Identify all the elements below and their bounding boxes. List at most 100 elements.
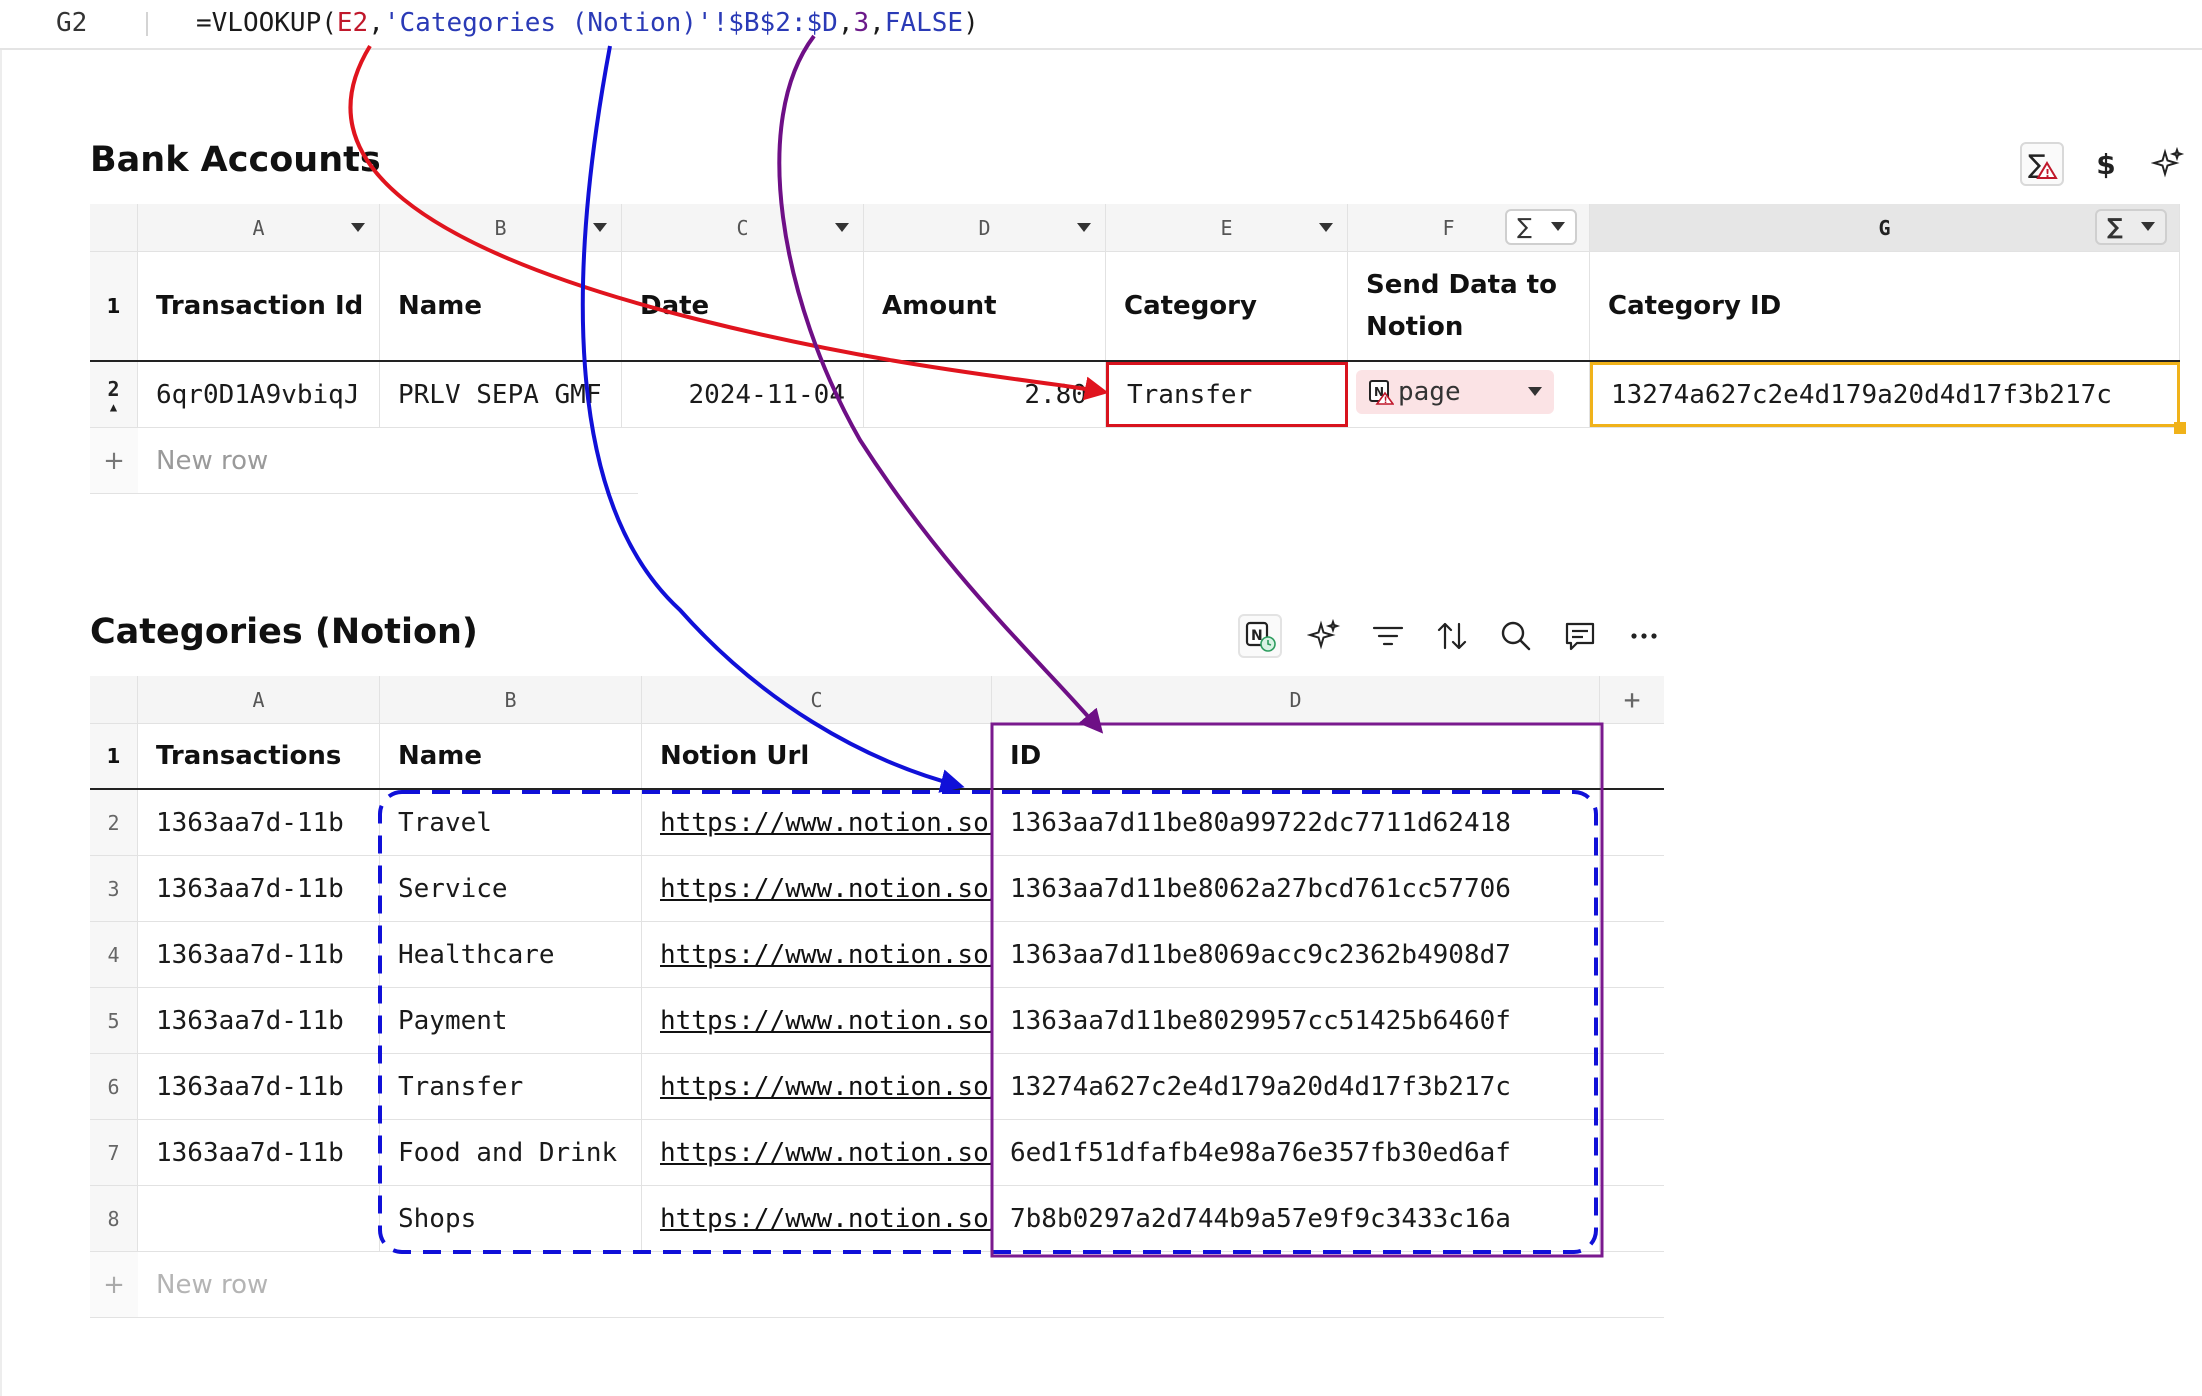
notion-link[interactable]: https://www.notion.so/ <box>660 1204 991 1234</box>
column-letter-g[interactable]: G ∑ <box>1590 204 2180 251</box>
expand-row-icon[interactable]: ▲ <box>110 401 117 413</box>
row-number[interactable]: 3 <box>90 856 138 921</box>
new-row[interactable]: + New row <box>90 428 638 494</box>
cell-reference[interactable]: G2 <box>56 8 87 38</box>
corner-cell[interactable] <box>90 204 138 251</box>
sort-icon[interactable] <box>1430 614 1474 658</box>
cell-transactions[interactable]: 1363aa7d-11b <box>138 1054 380 1119</box>
new-row-label[interactable]: New row <box>138 428 638 493</box>
new-row[interactable]: + New row <box>90 1252 1664 1318</box>
cell-id[interactable]: 6ed1f51dfafb4e98a76e357fb30ed6af <box>992 1120 1600 1185</box>
column-formula-button[interactable]: ∑ <box>2095 209 2167 245</box>
cell-date[interactable]: 2024-11-04 <box>622 362 864 427</box>
header-notion-url[interactable]: Notion Url <box>642 724 992 788</box>
header-date[interactable]: Date <box>622 252 864 360</box>
sigma-warning-icon[interactable]: ∑! <box>2020 142 2064 186</box>
cell-name[interactable]: Transfer <box>380 1054 642 1119</box>
notion-link[interactable]: https://www.notion.so/ <box>660 1138 991 1168</box>
row-number[interactable]: 6 <box>90 1054 138 1119</box>
cell-transaction-id[interactable]: 6qr0D1A9vbiqJ <box>138 362 380 427</box>
ai-sparkle-icon[interactable] <box>1302 614 1346 658</box>
cell-notion-url[interactable]: https://www.notion.so/ <box>642 922 992 987</box>
row-number[interactable]: 8 <box>90 1186 138 1251</box>
notion-link[interactable]: https://www.notion.so/ <box>660 1072 991 1102</box>
search-icon[interactable] <box>1494 614 1538 658</box>
column-letter-e[interactable]: E <box>1106 204 1348 251</box>
more-options-icon[interactable] <box>1622 614 1666 658</box>
column-letter-b[interactable]: B <box>380 676 642 723</box>
header-amount[interactable]: Amount <box>864 252 1106 360</box>
row-number[interactable]: 1 <box>90 252 138 360</box>
formula-input[interactable]: =VLOOKUP(E2,'Categories (Notion)'!$B$2:$… <box>196 8 979 38</box>
cell-notion-url[interactable]: https://www.notion.so/ <box>642 1120 992 1185</box>
cell-id[interactable]: 1363aa7d11be80a99722dc7711d62418 <box>992 790 1600 855</box>
chevron-down-icon[interactable] <box>1077 222 1091 232</box>
header-id[interactable]: ID <box>992 724 1600 788</box>
row-number[interactable]: 2 <box>90 790 138 855</box>
cell-id[interactable]: 1363aa7d11be8029957cc51425b6460f <box>992 988 1600 1053</box>
cell-transactions[interactable]: 1363aa7d-11b <box>138 922 380 987</box>
column-letter-c[interactable]: C <box>622 204 864 251</box>
chevron-down-icon[interactable] <box>1319 222 1333 232</box>
cell-category-id[interactable]: 13274a627c2e4d179a20d4d17f3b217c <box>1590 362 2180 427</box>
header-name[interactable]: Name <box>380 724 642 788</box>
cell-notion-url[interactable]: https://www.notion.so/ <box>642 988 992 1053</box>
ai-sparkle-icon[interactable] <box>2146 142 2190 186</box>
cell-name[interactable]: Service <box>380 856 642 921</box>
cell-name[interactable]: Healthcare <box>380 922 642 987</box>
comment-icon[interactable] <box>1558 614 1602 658</box>
notion-link[interactable]: https://www.notion.so/ <box>660 874 991 904</box>
row-number[interactable]: 7 <box>90 1120 138 1185</box>
cell-name[interactable]: Shops <box>380 1186 642 1251</box>
cell-notion-url[interactable]: https://www.notion.so/ <box>642 1186 992 1251</box>
header-send-data-to-notion[interactable]: Send Data to Notion <box>1348 252 1590 360</box>
cell-transactions[interactable]: 1363aa7d-11b <box>138 1120 380 1185</box>
cell-name[interactable]: Travel <box>380 790 642 855</box>
row-number[interactable]: 1 <box>90 724 138 788</box>
cell-transactions[interactable] <box>138 1186 380 1251</box>
row-number[interactable]: 4 <box>90 922 138 987</box>
header-category[interactable]: Category <box>1106 252 1348 360</box>
corner-cell[interactable] <box>90 676 138 723</box>
cell-notion-url[interactable]: https://www.notion.so/ <box>642 856 992 921</box>
cell-transactions[interactable]: 1363aa7d-11b <box>138 790 380 855</box>
notion-sync-icon[interactable]: N <box>1238 614 1282 658</box>
header-transaction-id[interactable]: Transaction Id <box>138 252 380 360</box>
column-letter-b[interactable]: B <box>380 204 622 251</box>
header-category-id[interactable]: Category ID <box>1590 252 2180 360</box>
cell-id[interactable]: 1363aa7d11be8062a27bcd761cc57706 <box>992 856 1600 921</box>
column-letter-c[interactable]: C <box>642 676 992 723</box>
column-letter-a[interactable]: A <box>138 676 380 723</box>
header-name[interactable]: Name <box>380 252 622 360</box>
add-row-icon[interactable]: + <box>90 428 138 493</box>
notion-link[interactable]: https://www.notion.so/ <box>660 808 991 838</box>
notion-link[interactable]: https://www.notion.so/ <box>660 940 991 970</box>
cell-name[interactable]: PRLV SEPA GMF <box>380 362 622 427</box>
cell-notion-url[interactable]: https://www.notion.so/ <box>642 1054 992 1119</box>
cell-send-data[interactable]: N! page <box>1348 362 1590 427</box>
column-letter-d[interactable]: D <box>864 204 1106 251</box>
send-data-select[interactable]: N! page <box>1356 370 1554 414</box>
column-letter-a[interactable]: A <box>138 204 380 251</box>
chevron-down-icon[interactable] <box>1528 387 1542 396</box>
chevron-down-icon[interactable] <box>351 222 365 232</box>
filter-icon[interactable] <box>1366 614 1410 658</box>
add-row-icon[interactable]: + <box>90 1252 138 1317</box>
cell-id[interactable]: 13274a627c2e4d179a20d4d17f3b217c <box>992 1054 1600 1119</box>
cell-name[interactable]: Food and Drink <box>380 1120 642 1185</box>
notion-link[interactable]: https://www.notion.so/ <box>660 1006 991 1036</box>
cell-id[interactable]: 7b8b0297a2d744b9a57e9f9c3433c16a <box>992 1186 1600 1251</box>
row-number[interactable]: 2 ▲ <box>90 362 138 427</box>
header-transactions[interactable]: Transactions <box>138 724 380 788</box>
chevron-down-icon[interactable] <box>593 222 607 232</box>
cell-transactions[interactable]: 1363aa7d-11b <box>138 856 380 921</box>
column-letter-d[interactable]: D <box>992 676 1600 723</box>
cell-transactions[interactable]: 1363aa7d-11b <box>138 988 380 1053</box>
cell-id[interactable]: 1363aa7d11be8069acc9c2362b4908d7 <box>992 922 1600 987</box>
new-row-label[interactable]: New row <box>138 1252 638 1317</box>
fill-handle[interactable] <box>2174 422 2186 434</box>
column-letter-f[interactable]: F ∑ <box>1348 204 1590 251</box>
cell-category[interactable]: Transfer <box>1106 362 1348 427</box>
add-column-button[interactable]: + <box>1600 676 1664 723</box>
currency-icon[interactable]: $ <box>2084 142 2128 186</box>
